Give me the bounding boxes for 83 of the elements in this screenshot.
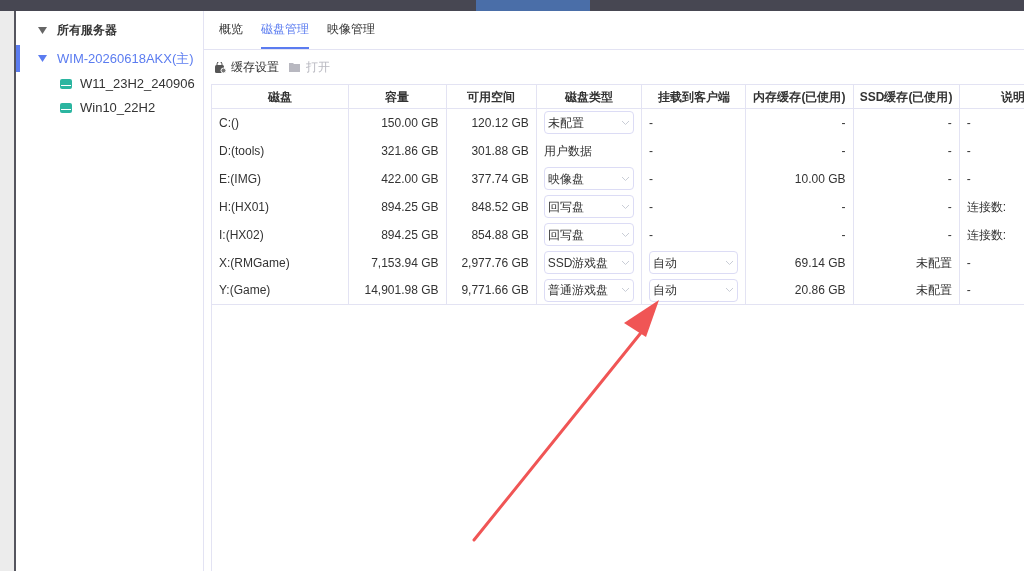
dropdown[interactable]: 普通游戏盘	[543, 278, 635, 302]
table-cell-text: -	[841, 114, 846, 132]
table-cell-text: 69.14 GB	[794, 254, 846, 272]
chevron-down-icon	[621, 119, 631, 126]
table-cell-text: X:(RMGame)	[219, 254, 290, 272]
dropdown[interactable]: 回写盘	[543, 223, 635, 246]
table-cell-text: I:(HX02)	[219, 226, 264, 244]
table-cell-text: -	[966, 170, 971, 188]
table-cell-text: 用户数据	[543, 142, 592, 160]
column-header: 挂载到客户端	[641, 84, 746, 109]
dropdown[interactable]: 映像盘	[543, 167, 635, 190]
chevron-down-icon	[725, 287, 735, 294]
tree-item[interactable]: WIM-20260618AKX(主)	[57, 48, 194, 69]
dropdown[interactable]: 自动	[649, 251, 739, 274]
table-cell-text: 未配置	[915, 282, 952, 300]
caret-icon[interactable]	[38, 55, 47, 62]
tab[interactable]: 磁盘管理	[261, 11, 309, 49]
chevron-down-icon	[621, 175, 631, 182]
chevron-down-icon	[621, 231, 631, 238]
table-cell-text: -	[841, 226, 846, 244]
table-cell-text: 未配置	[915, 254, 952, 272]
table-cell-text: -	[841, 142, 846, 160]
column-header: 说明	[959, 84, 1024, 109]
table-cell-text: 301.88 GB	[471, 142, 529, 160]
table-cell-text: -	[947, 114, 952, 132]
table-cell-text: -	[947, 170, 952, 188]
tab[interactable]: 概览	[219, 11, 243, 49]
table-cell-text: 14,901.98 GB	[364, 282, 439, 300]
chevron-down-icon	[621, 287, 631, 294]
table-cell-text: 9,771.66 GB	[461, 282, 529, 300]
table-cell-text: 20.86 GB	[794, 282, 846, 300]
table-cell-text: 894.25 GB	[381, 198, 439, 216]
folder-icon	[289, 62, 301, 72]
dropdown[interactable]: 未配置	[543, 111, 635, 135]
table-cell-text: -	[841, 198, 846, 216]
column-header: SSD缓存(已使用)	[853, 84, 960, 109]
table-cell-text: 422.00 GB	[381, 170, 439, 188]
table-cell-text: Y:(Game)	[219, 282, 271, 300]
dropdown[interactable]: 自动	[649, 278, 739, 302]
table-cell-text: 连接数:	[966, 198, 1007, 216]
table-cell-text: 321.86 GB	[381, 142, 439, 160]
column-header: 内存缓存(已使用)	[745, 84, 854, 109]
tree-item[interactable]: W11_23H2_240906	[80, 74, 195, 94]
table-cell-text: 连接数:	[966, 226, 1007, 244]
dropdown[interactable]: SSD游戏盘	[543, 251, 635, 274]
table-cell-text: -	[947, 226, 952, 244]
table-cell-text: -	[947, 198, 952, 216]
table-cell-text: 150.00 GB	[381, 114, 439, 132]
table-cell-text: -	[966, 254, 971, 272]
tab[interactable]: 映像管理	[327, 11, 375, 49]
table-cell-text: -	[649, 198, 654, 216]
table-cell-text: 120.12 GB	[471, 114, 529, 132]
chevron-down-icon	[621, 259, 631, 266]
table-cell-text: -	[649, 226, 654, 244]
column-header: 可用空间	[446, 84, 537, 109]
table-cell-text: 854.88 GB	[471, 226, 529, 244]
column-header: 磁盘	[211, 84, 349, 109]
column-header: 磁盘类型	[536, 84, 642, 109]
table-cell-text: -	[947, 142, 952, 160]
table-cell-text: 7,153.94 GB	[371, 254, 439, 272]
table-cell-text: D:(tools)	[219, 142, 265, 160]
tree-item[interactable]: 所有服务器	[57, 21, 117, 39]
table-cell-text: E:(IMG)	[219, 170, 261, 188]
column-header: 容量	[348, 84, 447, 109]
table-cell-text: 894.25 GB	[381, 226, 439, 244]
table-cell-text: -	[649, 170, 654, 188]
tree-item[interactable]: Win10_22H2	[80, 98, 156, 118]
table-cell-text: -	[649, 114, 654, 132]
table-cell-text: 10.00 GB	[794, 170, 846, 188]
chevron-down-icon	[621, 203, 631, 210]
table-cell-text: -	[966, 142, 971, 160]
caret-icon[interactable]	[38, 26, 47, 34]
table-cell-text: 377.74 GB	[471, 170, 529, 188]
chevron-down-icon	[725, 259, 735, 266]
dropdown[interactable]: 回写盘	[543, 195, 635, 218]
table-cell-text: 2,977.76 GB	[461, 254, 529, 272]
table-cell-text: -	[649, 142, 654, 160]
table-cell-text: -	[966, 114, 971, 132]
toolbar-button[interactable]: 缓存设置	[215, 58, 279, 76]
table-cell-text: C:()	[219, 114, 239, 132]
table-cell-text: H:(HX01)	[219, 198, 269, 216]
table-cell-text: -	[966, 282, 971, 300]
table-cell-text: 848.52 GB	[471, 198, 529, 216]
